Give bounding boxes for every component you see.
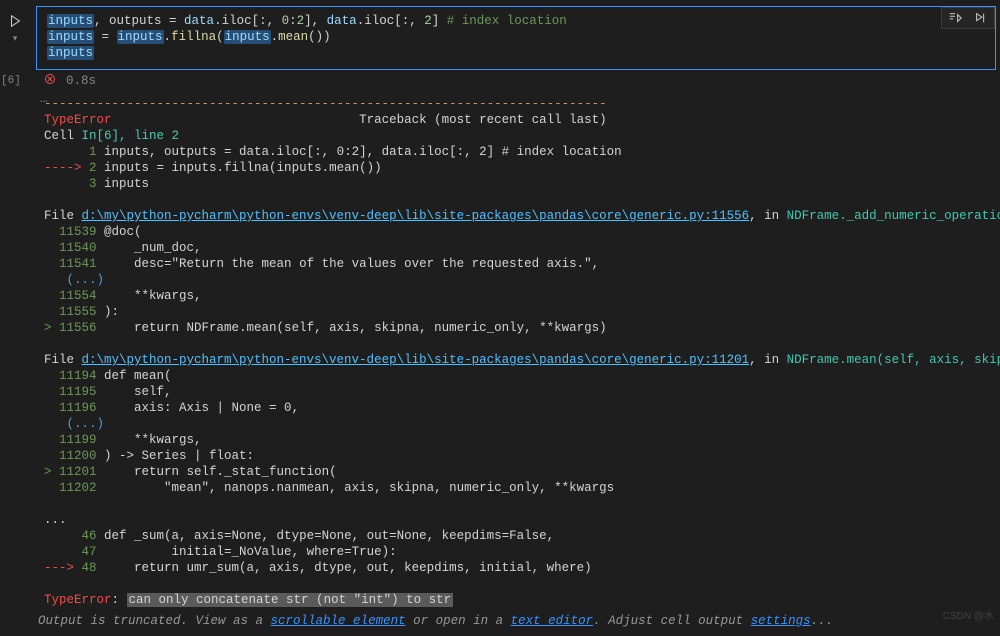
run-by-line-icon[interactable] [942,8,968,28]
cell-output: ----------------------------------------… [36,94,996,608]
chevron-down-icon: ▾ [13,34,18,44]
run-cell-button[interactable] [8,14,22,32]
output-truncated-notice: Output is truncated. View as a scrollabl… [30,608,1000,636]
execution-time: 0.8s [66,74,96,88]
traceback-file-link[interactable]: d:\my\python-pycharm\python-envs\venv-de… [82,209,750,223]
execution-count: [6] [1,75,21,87]
code-cell[interactable]: inputs, outputs = data.iloc[:, 0:2], dat… [36,6,996,70]
execute-below-icon[interactable] [968,8,994,28]
error-status-icon [44,73,56,89]
cell-toolbar [941,7,995,29]
traceback-file-link[interactable]: d:\my\python-pycharm\python-envs\venv-de… [82,353,750,367]
watermark: CSDN @水 [943,607,994,622]
cell-collapse-icon[interactable]: … [40,92,49,106]
code-editor[interactable]: inputs, outputs = data.iloc[:, 0:2], dat… [47,13,985,61]
cell-status-row: [6] 0.8s [30,70,1000,92]
